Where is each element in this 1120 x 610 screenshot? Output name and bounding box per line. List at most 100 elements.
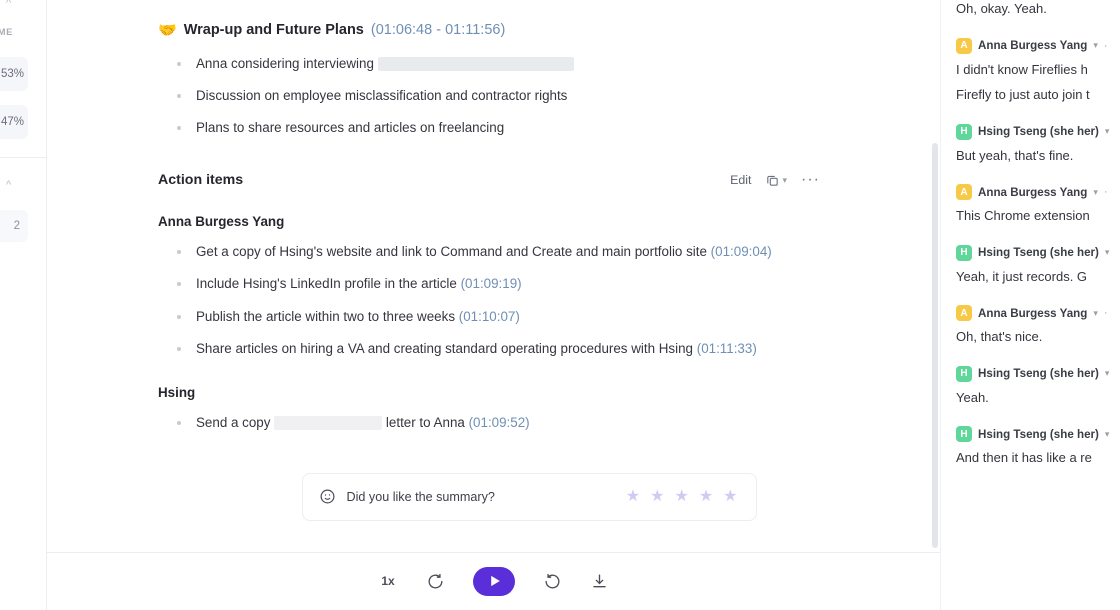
more-horizontal-icon[interactable]: ·: [1104, 186, 1108, 198]
feedback-row: Did you like the summary? ★ ★ ★ ★ ★: [158, 472, 900, 521]
action-item-text: Publish the article within two to three …: [196, 308, 456, 324]
timestamp-start[interactable]: 01:06:48: [376, 22, 432, 38]
timestamp-link[interactable]: 01:11:33: [701, 341, 752, 356]
rewind-15-icon[interactable]: [426, 572, 445, 591]
transcript-message-header: A Anna Burgess Yang ▾ ·: [956, 305, 1120, 322]
time-dash: -: [432, 22, 446, 38]
action-items-title: Action items: [158, 172, 244, 189]
action-item-timestamp: (01:09:52): [468, 414, 530, 430]
player-divider: [47, 552, 940, 553]
action-item-timestamp: (01:11:33): [696, 340, 757, 356]
summary-bullet-list: Anna considering interviewing Discussion…: [176, 54, 900, 138]
redacted-block: [377, 57, 574, 72]
chevron-down-icon[interactable]: ▾: [1093, 40, 1098, 51]
transcript-message-header: A Anna Burgess Yang ▾ ·: [956, 184, 1120, 201]
action-item-timestamp: (01:09:04): [710, 244, 772, 260]
transcript-message-header: H Hsing Tseng (she her) ▾: [956, 426, 1120, 443]
playback-speed-button[interactable]: 1x: [378, 574, 398, 588]
action-item: Publish the article within two to three …: [176, 307, 900, 327]
transcript-message-header: H Hsing Tseng (she her) ▾: [956, 365, 1120, 382]
transcript-text: Yeah.: [956, 389, 989, 405]
summary-scroll-area: 🤝 Wrap-up and Future Plans (01:06:48 - 0…: [47, 0, 940, 552]
chevron-down-icon[interactable]: ▾: [1105, 368, 1110, 379]
summary-bullet-text: Discussion on employee misclassification…: [196, 88, 568, 104]
summary-bullet-item: Discussion on employee misclassification…: [176, 86, 900, 106]
copy-icon[interactable]: ▾: [765, 173, 787, 188]
action-items-toolbar: Edit ▾ ···: [730, 172, 820, 188]
play-icon: [490, 575, 500, 587]
sidebar-count-value: 2: [13, 220, 20, 232]
main-column: 🤝 Wrap-up and Future Plans (01:06:48 - 0…: [47, 0, 940, 610]
more-horizontal-icon[interactable]: ·: [1104, 307, 1108, 319]
timestamp-link[interactable]: 01:09:52: [473, 415, 525, 430]
transcript-message[interactable]: A Anna Burgess Yang ▾ · Oh, that's nice.: [956, 305, 1120, 347]
star-4[interactable]: ★: [699, 488, 713, 505]
summary-section-title: Wrap-up and Future Plans: [183, 22, 364, 38]
transcript-text: This Chrome extension: [956, 208, 1090, 224]
chevron-down-icon[interactable]: ▾: [1093, 308, 1098, 319]
sidebar-stat-speaker-1[interactable]: 53%: [0, 57, 28, 91]
timestamp-link[interactable]: 01:10:07: [463, 309, 515, 324]
summary-section-timerange: (01:06:48 - 01:11:56): [371, 22, 505, 38]
transcript-message[interactable]: H Hsing Tseng (she her) ▾ Yeah, it just …: [956, 244, 1120, 287]
timestamp-link[interactable]: 01:09:04: [715, 244, 767, 259]
chevron-down-icon[interactable]: ▾: [1093, 187, 1098, 198]
action-item-text-after: letter to Anna: [385, 414, 465, 430]
avatar: A: [956, 184, 972, 201]
app-root: ^ TIME 53% 47% ^ 2 🤝 Wrap-up and Future …: [0, 0, 1120, 610]
action-item-timestamp: (01:10:07): [458, 308, 520, 324]
summary-bullet-text: Plans to share resources and articles on…: [196, 120, 505, 136]
timestamp-end[interactable]: 01:11:56: [445, 22, 500, 38]
speaker-name: Anna Burgess Yang: [978, 185, 1088, 199]
transcript-message[interactable]: H Hsing Tseng (she her) ▾ But yeah, that…: [956, 123, 1120, 166]
star-1[interactable]: ★: [626, 488, 640, 505]
action-group-owner: Anna Burgess Yang: [158, 214, 285, 230]
star-3[interactable]: ★: [674, 488, 688, 505]
speaker-name: Hsing Tseng (she her): [978, 125, 1099, 139]
timestamp-link[interactable]: 01:09:19: [465, 276, 517, 291]
edit-button[interactable]: Edit: [730, 173, 751, 187]
sidebar-time-label: TIME: [0, 27, 13, 38]
download-icon[interactable]: [590, 572, 609, 591]
speaker-name: Anna Burgess Yang: [978, 306, 1088, 320]
action-item-text: Share articles on hiring a VA and creati…: [196, 340, 693, 356]
transcript-text: Yeah, it just records. G: [956, 268, 1088, 284]
transcript-message[interactable]: H Hsing Tseng (she her) ▾ Yeah.: [956, 365, 1120, 408]
transcript-message[interactable]: H Hsing Tseng (she her) ▾ And then it ha…: [956, 426, 1120, 468]
chevron-down-icon[interactable]: ▾: [1105, 429, 1110, 440]
player-bar: 1x: [47, 552, 940, 610]
transcript-text: Firefly to just auto join t: [956, 87, 1090, 103]
play-button[interactable]: [473, 566, 515, 596]
action-item: Share articles on hiring a VA and creati…: [176, 339, 900, 359]
transcript-text: But yeah, that's fine.: [956, 147, 1074, 163]
chevron-up-icon-second[interactable]: ^: [6, 180, 11, 191]
avatar: H: [956, 365, 972, 382]
star-5[interactable]: ★: [723, 488, 737, 505]
smiley-icon: [319, 488, 336, 505]
action-item: Include Hsing's LinkedIn profile in the …: [176, 274, 900, 294]
speaker-name: Hsing Tseng (she her): [978, 427, 1099, 441]
avatar: H: [956, 426, 972, 443]
forward-15-icon[interactable]: [543, 572, 562, 591]
star-2[interactable]: ★: [650, 488, 664, 505]
chevron-down-icon[interactable]: ▾: [1105, 247, 1110, 258]
more-horizontal-icon[interactable]: ·: [1104, 40, 1108, 52]
summary-bullet-item: Plans to share resources and articles on…: [176, 118, 900, 138]
sidebar-stat-speaker-2[interactable]: 47%: [0, 105, 28, 139]
sidebar-stat-1-value: 53%: [0, 68, 24, 80]
transcript-panel: Oh, okay. Yeah. A Anna Burgess Yang ▾ · …: [940, 0, 1120, 610]
transcript-message[interactable]: A Anna Burgess Yang ▾ · I didn't know Fi…: [956, 37, 1120, 105]
transcript-message[interactable]: A Anna Burgess Yang ▾ · This Chrome exte…: [956, 184, 1120, 226]
chevron-up-icon-top[interactable]: ^: [6, 0, 11, 9]
chevron-down-icon[interactable]: ▾: [782, 175, 787, 186]
summary-section-heading: 🤝 Wrap-up and Future Plans (01:06:48 - 0…: [158, 22, 900, 38]
more-horizontal-icon[interactable]: ···: [801, 172, 820, 188]
chevron-down-icon[interactable]: ▾: [1105, 126, 1110, 137]
rating-stars: ★ ★ ★ ★ ★: [626, 488, 738, 505]
transcript-orphan-line: Oh, okay. Yeah.: [956, 1, 1047, 16]
sidebar-count-badge[interactable]: 2: [0, 210, 28, 242]
main-scrollbar[interactable]: [932, 143, 938, 548]
action-item-timestamp: (01:09:19): [460, 276, 522, 292]
summary-bullet-item: Anna considering interviewing: [176, 54, 900, 74]
speaker-name: Hsing Tseng (she her): [978, 367, 1099, 381]
